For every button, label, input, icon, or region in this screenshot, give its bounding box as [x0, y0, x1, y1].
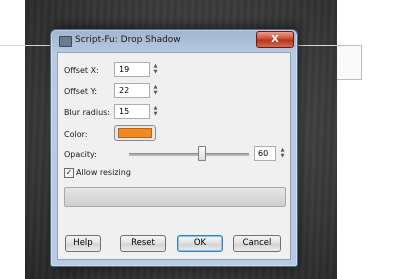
opacity-slider-handle[interactable]: [198, 146, 206, 161]
help-button[interactable]: Help: [65, 235, 101, 252]
cancel-button-label: Cancel: [242, 238, 272, 248]
title-bar[interactable]: Script-Fu: Drop Shadow X: [51, 30, 297, 52]
reset-button-label: Reset: [131, 238, 155, 248]
blur-radius-input[interactable]: 15: [114, 104, 150, 119]
blur-radius-value: 15: [119, 107, 130, 116]
offset-y-stepper[interactable]: ▲ ▼: [152, 84, 159, 97]
offset-x-stepper[interactable]: ▲ ▼: [152, 63, 159, 76]
opacity-input[interactable]: 60: [254, 146, 276, 161]
close-icon: X: [271, 34, 279, 45]
drop-shadow-dialog: Script-Fu: Drop Shadow X Offset X: 19 ▲ …: [50, 29, 298, 267]
spin-down-icon[interactable]: ▼: [152, 90, 159, 96]
opacity-slider-track[interactable]: [129, 153, 249, 156]
allow-resizing-checkbox[interactable]: ✓: [64, 168, 74, 178]
offset-y-value: 22: [119, 86, 130, 95]
dialog-body: Offset X: 19 ▲ ▼ Offset Y: 22 ▲ ▼ Blur r…: [57, 52, 291, 260]
app-icon: [59, 36, 72, 47]
offset-x-value: 19: [119, 65, 130, 74]
offset-x-label: Offset X:: [64, 66, 99, 75]
progress-bar: [64, 187, 286, 207]
spin-down-icon[interactable]: ▼: [279, 153, 286, 159]
help-button-label: Help: [73, 238, 93, 248]
allow-resizing-label[interactable]: Allow resizing: [76, 168, 131, 177]
color-swatch: [118, 128, 152, 138]
color-button[interactable]: [114, 125, 156, 141]
blur-radius-label: Blur radius:: [64, 108, 111, 117]
opacity-stepper[interactable]: ▲ ▼: [279, 147, 286, 160]
guide-box: [337, 45, 362, 80]
color-label: Color:: [64, 130, 88, 139]
blur-radius-stepper[interactable]: ▲ ▼: [152, 105, 159, 118]
check-icon: ✓: [65, 168, 73, 177]
opacity-label: Opacity:: [64, 150, 97, 159]
spin-down-icon[interactable]: ▼: [152, 111, 159, 117]
image-canvas: Script-Fu: Drop Shadow X Offset X: 19 ▲ …: [0, 0, 419, 279]
reset-button[interactable]: Reset: [120, 235, 166, 252]
offset-y-label: Offset Y:: [64, 87, 98, 96]
cancel-button[interactable]: Cancel: [233, 235, 281, 252]
spin-down-icon[interactable]: ▼: [152, 69, 159, 75]
dialog-title: Script-Fu: Drop Shadow: [75, 35, 181, 45]
ok-button-label: OK: [193, 238, 207, 248]
opacity-value: 60: [258, 149, 269, 158]
offset-y-input[interactable]: 22: [114, 83, 150, 98]
offset-x-input[interactable]: 19: [114, 62, 150, 77]
ok-button[interactable]: OK: [177, 235, 223, 252]
close-button[interactable]: X: [256, 31, 294, 48]
